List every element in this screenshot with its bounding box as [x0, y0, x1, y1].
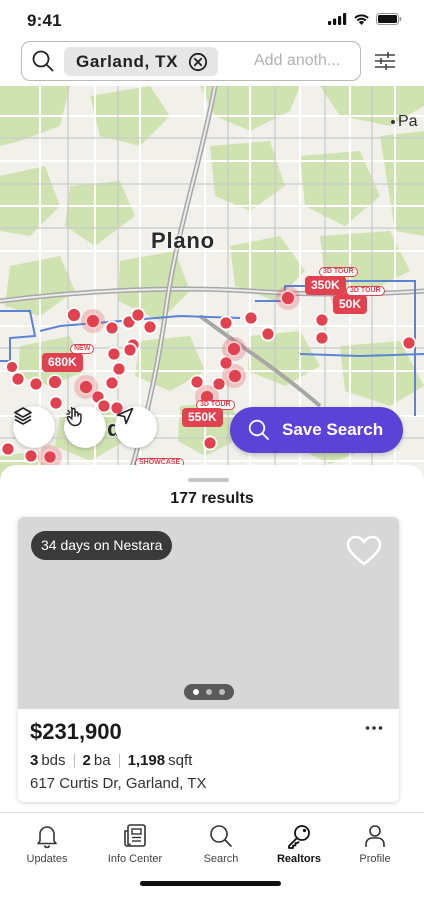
search-icon — [210, 825, 232, 847]
phone-screen: 9:41 Garland, TX Add anoth... Plano Pa N… — [0, 0, 424, 900]
carousel-dot — [206, 689, 212, 695]
beds-value: 3 — [30, 752, 39, 769]
price-pin[interactable]: 550K — [182, 408, 223, 427]
listing-photo[interactable]: 34 days on Nestara — [18, 517, 399, 709]
location-search-box[interactable]: Garland, TX Add anoth... — [21, 41, 361, 81]
bottom-tab-bar: Updates Info Center Search Realtors Prof… — [0, 812, 424, 900]
tab-label: Updates — [26, 853, 68, 865]
days-on-market-badge: 34 days on Nestara — [31, 531, 173, 560]
tab-label: Search — [203, 853, 239, 865]
map-pin — [66, 307, 82, 323]
filter-sliders-icon[interactable] — [373, 50, 397, 72]
listing-specs: 3 bds 2 ba 1,198 sqft — [30, 752, 192, 769]
more-options-icon[interactable] — [365, 725, 383, 731]
add-location-placeholder[interactable]: Add anoth... — [254, 52, 340, 70]
baths-unit: ba — [93, 752, 111, 769]
carousel-dot — [219, 689, 225, 695]
navigation-arrow-icon — [116, 407, 134, 425]
search-row: Garland, TX Add anoth... — [0, 38, 424, 86]
tab-updates[interactable]: Updates — [5, 823, 89, 865]
search-icon — [32, 50, 54, 72]
heart-icon[interactable] — [346, 535, 382, 567]
newspaper-icon — [124, 824, 146, 847]
sheet-grab-handle[interactable] — [188, 478, 229, 482]
price-pin[interactable]: 350K — [305, 276, 346, 295]
key-icon — [288, 825, 310, 849]
current-location-button[interactable] — [115, 406, 157, 448]
location-chip[interactable]: Garland, TX — [64, 47, 218, 76]
baths-value: 2 — [82, 752, 91, 769]
tab-search[interactable]: Search — [179, 823, 263, 865]
bell-icon — [37, 826, 57, 849]
remove-location-icon[interactable] — [188, 52, 208, 72]
cellular-signal-icon — [328, 13, 347, 25]
tab-label: Profile — [359, 853, 391, 865]
tab-realtors[interactable]: Realtors — [257, 823, 341, 865]
sqft-value: 1,198 — [127, 752, 166, 769]
listing-price: $231,900 — [30, 719, 122, 744]
person-icon — [365, 825, 385, 847]
listing-address: 617 Curtis Dr, Garland, TX — [30, 775, 207, 792]
wifi-icon — [354, 14, 369, 25]
battery-icon — [376, 13, 402, 25]
spec-divider — [118, 753, 120, 768]
listing-card[interactable]: 34 days on Nestara $231,900 3 bds 2 ba 1… — [18, 517, 399, 802]
map-layers-button[interactable] — [13, 406, 55, 448]
carousel-dot-active — [193, 689, 199, 695]
layers-icon — [14, 407, 32, 425]
sqft-unit: sqft — [168, 752, 193, 769]
search-icon — [248, 419, 269, 440]
status-icons — [328, 13, 402, 25]
tab-label: Realtors — [276, 853, 322, 865]
map-city-label: Plano — [151, 228, 215, 253]
price-pin[interactable]: 680K — [42, 353, 83, 372]
results-count: 177 results — [170, 490, 254, 507]
tab-profile[interactable]: Profile — [333, 823, 417, 865]
status-time: 9:41 — [27, 11, 62, 30]
price-pin[interactable]: 50K — [333, 295, 368, 314]
save-search-button[interactable]: Save Search — [230, 407, 403, 453]
results-sheet: 177 results 34 days on Nestara $231,900 — [0, 465, 424, 813]
location-chip-label: Garland, TX — [76, 51, 179, 71]
photo-carousel-dots[interactable] — [184, 684, 234, 700]
status-bar: 9:41 — [0, 0, 424, 40]
home-indicator — [140, 881, 281, 886]
save-search-label: Save Search — [282, 420, 384, 439]
draw-area-button[interactable] — [64, 406, 106, 448]
map-edge-label: Pa — [391, 113, 418, 131]
spec-divider — [73, 753, 75, 768]
beds-unit: bds — [41, 752, 66, 769]
tab-label: Info Center — [107, 853, 163, 865]
tab-info-center[interactable]: Info Center — [93, 823, 177, 865]
hand-pointer-icon — [66, 406, 82, 427]
